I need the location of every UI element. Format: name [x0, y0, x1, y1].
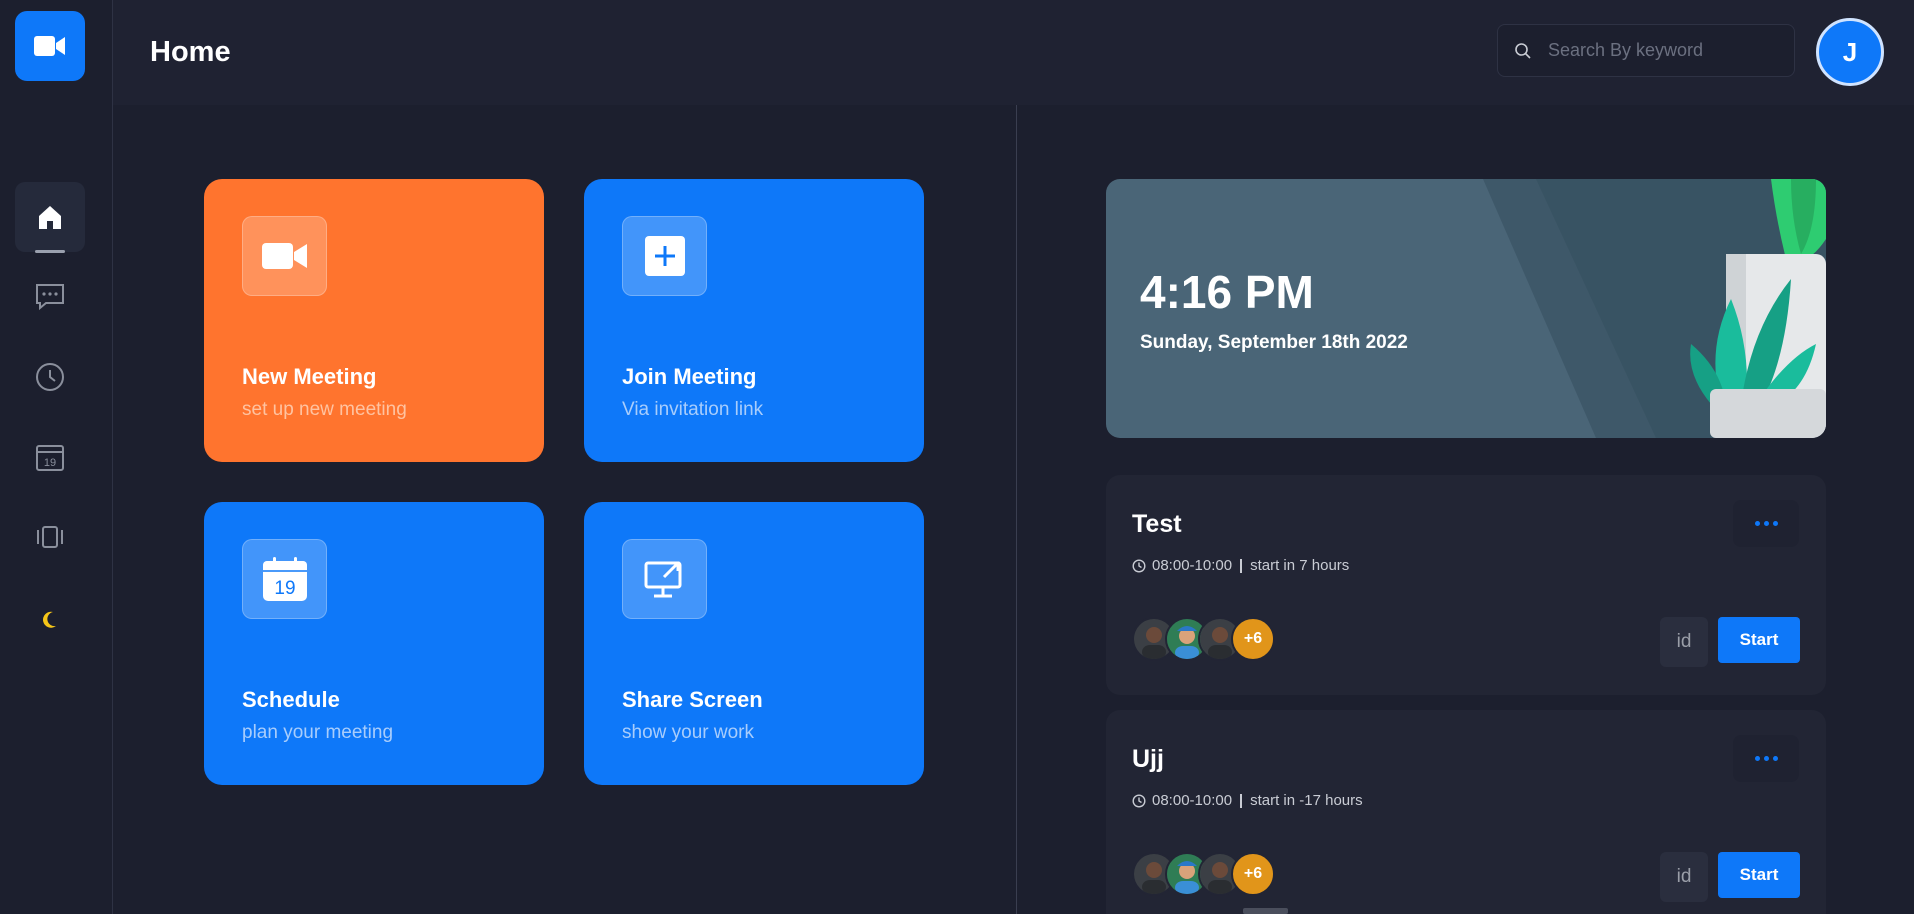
meeting-starts-in: start in 7 hours — [1250, 557, 1350, 574]
card-title: Join Meeting — [622, 364, 757, 389]
share-screen-icon-box — [622, 539, 707, 619]
participant-avatars: +6 — [1132, 617, 1275, 661]
meeting-card: Test 08:00-10:00 start in 7 hours +6 id … — [1106, 475, 1826, 695]
card-subtitle: set up new meeting — [242, 399, 407, 420]
plant-illustration — [1690, 179, 1826, 438]
meeting-time-range: 08:00-10:00 — [1152, 792, 1233, 809]
participant-avatars: +6 — [1132, 852, 1275, 896]
user-avatar[interactable]: J — [1816, 18, 1884, 86]
new-meeting-icon-box — [242, 216, 327, 296]
page-title: Home — [150, 36, 231, 68]
search-box[interactable] — [1497, 24, 1795, 77]
share-screen-icon — [644, 561, 681, 598]
calendar-day: 19 — [274, 578, 295, 599]
plus-icon — [644, 236, 685, 276]
meeting-title: Test — [1132, 510, 1182, 538]
new-meeting-card[interactable]: New Meeting set up new meeting — [204, 179, 544, 462]
start-meeting-button[interactable]: Start — [1718, 617, 1800, 663]
quick-actions: New Meeting set up new meeting Join Meet… — [113, 105, 1016, 914]
card-title: Schedule — [242, 687, 340, 712]
card-subtitle: plan your meeting — [242, 722, 394, 743]
calendar-icon: 19 — [36, 445, 64, 471]
top-header: Home J — [113, 0, 1914, 105]
copy-id-button[interactable]: id — [1660, 852, 1708, 902]
clock-icon — [1132, 793, 1146, 808]
more-options-button[interactable] — [1733, 500, 1799, 547]
start-meeting-button[interactable]: Start — [1718, 852, 1800, 898]
calendar-icon: 19 — [262, 557, 307, 601]
meeting-info: 08:00-10:00 start in -17 hours — [1132, 792, 1363, 809]
copy-id-button[interactable]: id — [1660, 617, 1708, 667]
sidebar-item-home[interactable] — [15, 182, 85, 253]
extra-participants-count: +6 — [1231, 852, 1275, 896]
search-icon — [1515, 42, 1531, 59]
moon-icon — [43, 611, 56, 628]
right-panel: 4:16 PM Sunday, September 18th 2022 Test… — [1017, 105, 1914, 914]
meeting-info: 08:00-10:00 start in 7 hours — [1132, 557, 1349, 574]
clock-icon — [1132, 558, 1146, 573]
svg-text:19: 19 — [44, 457, 56, 469]
more-dots-icon — [1754, 756, 1778, 761]
sidebar-item-chat[interactable] — [15, 261, 85, 331]
card-subtitle: show your work — [622, 722, 754, 743]
more-dots-icon — [1754, 521, 1778, 526]
chat-icon — [36, 284, 64, 311]
clock-banner: 4:16 PM Sunday, September 18th 2022 — [1106, 179, 1826, 438]
separator — [1240, 793, 1243, 808]
more-options-button[interactable] — [1733, 735, 1799, 782]
meeting-time-range: 08:00-10:00 — [1152, 557, 1233, 574]
schedule-card[interactable]: 19 Schedule plan your meeting — [204, 502, 544, 785]
card-title: New Meeting — [242, 364, 377, 389]
sidebar: 19 — [0, 0, 113, 914]
card-title: Share Screen — [622, 687, 763, 712]
card-subtitle: Via invitation link — [622, 399, 764, 420]
sidebar-item-calendar[interactable]: 19 — [15, 422, 85, 492]
separator — [1240, 558, 1243, 573]
join-meeting-icon-box — [622, 216, 707, 296]
current-date: Sunday, September 18th 2022 — [1140, 332, 1408, 353]
home-icon — [39, 206, 61, 229]
sidebar-item-history[interactable] — [15, 342, 85, 412]
video-icon — [261, 243, 307, 269]
scrollbar-thumb[interactable] — [1243, 908, 1288, 914]
extra-participants-count: +6 — [1231, 617, 1275, 661]
recordings-icon — [37, 526, 63, 548]
app-logo[interactable] — [15, 11, 85, 81]
sidebar-item-recordings[interactable] — [15, 502, 85, 572]
search-input[interactable] — [1548, 40, 1778, 61]
meeting-card: Ujj 08:00-10:00 start in -17 hours +6 id… — [1106, 710, 1826, 914]
current-time: 4:16 PM — [1140, 266, 1314, 318]
theme-toggle[interactable] — [15, 585, 85, 655]
join-meeting-card[interactable]: Join Meeting Via invitation link — [584, 179, 924, 462]
meeting-title: Ujj — [1132, 745, 1164, 773]
clock-icon — [36, 363, 64, 391]
share-screen-card[interactable]: Share Screen show your work — [584, 502, 924, 785]
video-camera-icon — [34, 36, 65, 56]
schedule-icon-box: 19 — [242, 539, 327, 619]
meeting-starts-in: start in -17 hours — [1250, 792, 1363, 809]
